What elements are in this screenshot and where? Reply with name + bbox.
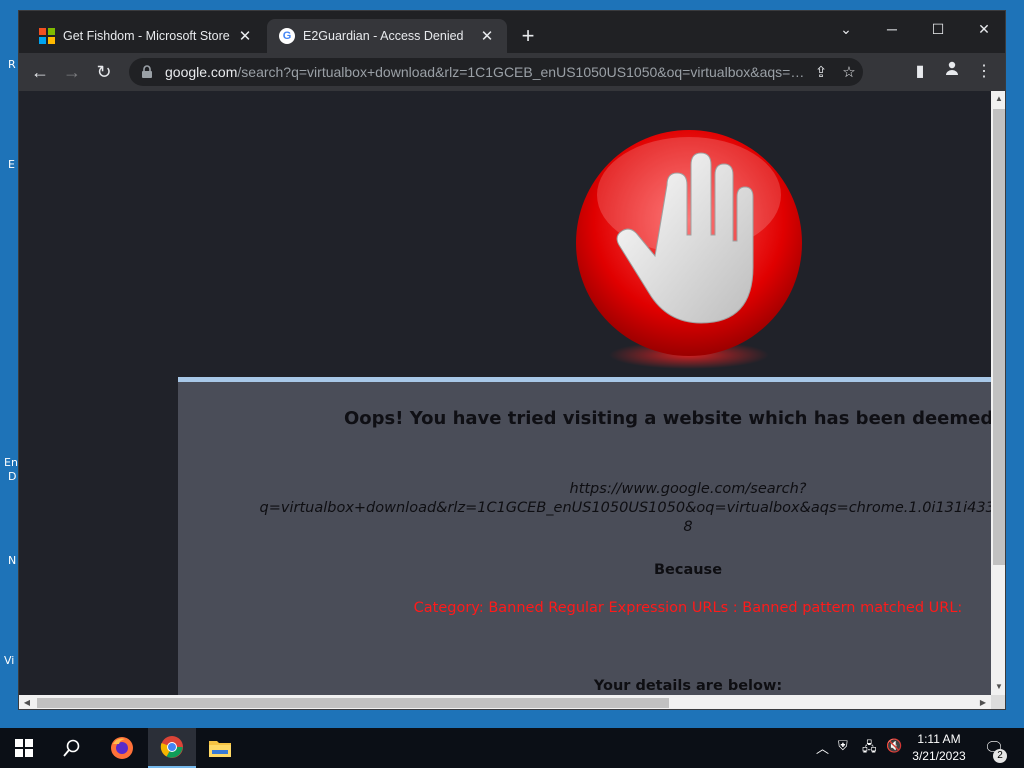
microsoft-store-icon [39,28,55,44]
block-reason: Category: Banned Regular Expression URLs… [413,600,963,616]
scrollbar-corner [991,695,1005,709]
tab-microsoft-store[interactable]: Get Fishdom - Microsoft Store ✕ [27,19,265,53]
blocked-url-line: q=virtualbox+download&rlz=1C1GCEB_enUS10… [259,500,991,516]
tab-search-chevron-icon[interactable]: ⌄ [823,15,869,43]
url-path: /search?q=virtualbox+download&rlz=1C1GCE… [237,64,807,80]
vertical-scroll-thumb[interactable] [993,109,1005,565]
tab-title: Get Fishdom - Microsoft Store [63,29,230,43]
vertical-scrollbar[interactable]: ▲ ▼ [991,91,1005,695]
minimize-button[interactable]: ─ [869,15,915,43]
forward-button[interactable]: → [59,59,85,85]
close-tab-icon[interactable]: ✕ [237,27,253,45]
new-tab-button[interactable]: + [517,25,539,47]
back-button[interactable]: ← [27,59,53,85]
maximize-button[interactable]: ☐ [915,15,961,43]
taskbar-chrome[interactable] [148,728,196,768]
stop-hand-icon [576,130,802,369]
tab-strip: Get Fishdom - Microsoft Store ✕ G E2Guar… [19,11,1005,53]
blocked-url-line: https://www.google.com/search? [569,481,807,497]
windows-logo-icon [15,739,33,757]
desktop-icon-label[interactable]: R [8,58,16,71]
page-headline: Oops! You have tried visiting a website … [344,408,991,429]
scroll-down-arrow-icon[interactable]: ▼ [991,679,1005,695]
desktop-icon-label[interactable]: D [8,470,16,483]
horizontal-scrollbar[interactable]: ◀ ▶ [19,695,991,709]
google-icon: G [279,28,295,44]
scroll-left-arrow-icon[interactable]: ◀ [19,695,35,709]
taskbar: ︿ ⛨ 🖧 🔇 1:11 AM 3/21/2023 🗨 2 [0,728,1024,768]
details-heading: Your details are below: [593,678,783,694]
folder-icon [209,741,231,757]
taskbar-file-explorer[interactable] [196,728,244,768]
chrome-window: Get Fishdom - Microsoft Store ✕ G E2Guar… [18,10,1006,710]
taskbar-firefox[interactable] [98,728,146,768]
security-tray-icon[interactable]: ⛨ [838,738,848,754]
lock-icon[interactable] [141,65,155,79]
search-icon [63,739,80,757]
scroll-up-arrow-icon[interactable]: ▲ [991,91,1005,107]
reload-button[interactable]: ↻ [91,59,117,85]
desktop-icon-label[interactable]: E [8,158,15,171]
desktop-icon-label[interactable]: N [8,554,16,567]
desktop-icon-label[interactable]: En [4,456,18,469]
start-button[interactable] [0,728,48,768]
blocked-url-line: 8 [683,519,693,535]
search-button[interactable] [48,728,96,768]
browser-toolbar: ← → ↻ google.com /search?q=virtualbox+do… [19,53,1005,91]
network-icon[interactable]: 🖧 [862,738,877,760]
notification-count-badge: 2 [993,749,1007,763]
access-denied-panel: Oops! You have tried visiting a website … [178,377,991,695]
because-label: Because [653,562,723,578]
desktop-icon-label[interactable]: Vi [4,654,14,667]
system-clock[interactable]: 1:11 AM 3/21/2023 [908,731,970,765]
scroll-right-arrow-icon[interactable]: ▶ [975,695,991,709]
clock-date: 3/21/2023 [912,749,966,763]
page-viewport: Oops! You have tried visiting a website … [19,91,991,695]
desktop-icon-strip: R E En D N Vi [0,0,18,728]
side-panel-icon[interactable]: ▮ [907,59,933,85]
tab-e2guardian[interactable]: G E2Guardian - Access Denied ✕ [267,19,507,53]
firefox-icon [111,737,133,759]
horizontal-scroll-thumb[interactable] [37,698,669,708]
profile-icon[interactable] [939,59,965,85]
bookmark-star-icon[interactable]: ☆ [835,63,863,81]
share-icon[interactable]: ⇪ [807,63,835,81]
tab-title: E2Guardian - Access Denied [303,29,464,43]
close-tab-icon[interactable]: ✕ [479,27,495,45]
address-bar[interactable]: google.com /search?q=virtualbox+download… [129,58,863,86]
clock-time: 1:11 AM [917,732,961,746]
show-hidden-icons-chevron-icon[interactable]: ︿ [816,738,829,757]
chrome-icon [160,736,183,758]
volume-muted-icon[interactable]: 🔇 [886,738,902,754]
blocked-url[interactable]: https://www.google.com/search? q=virtual… [178,480,991,537]
menu-kebab-icon[interactable]: ⋮ [971,59,997,85]
url-host: google.com [165,64,238,80]
close-window-button[interactable]: ✕ [961,15,1005,43]
